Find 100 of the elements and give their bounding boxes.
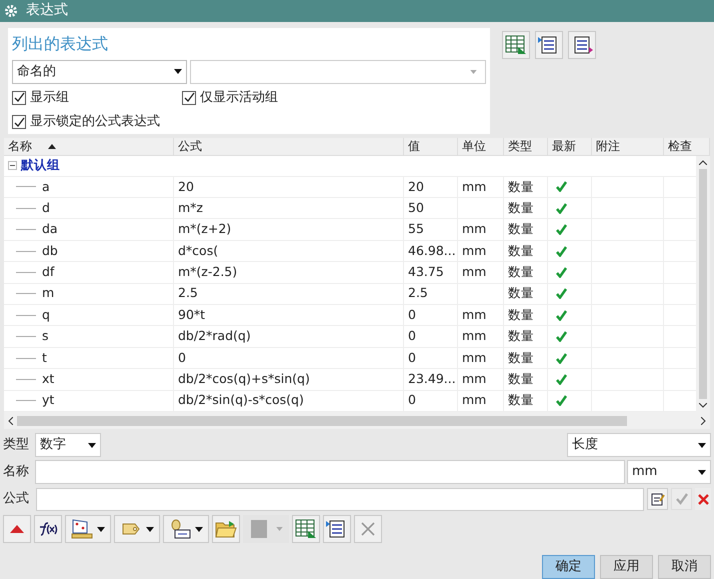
check-icon: [556, 310, 567, 321]
checkbox[interactable]: [12, 90, 26, 105]
collapse-button[interactable]: [3, 515, 31, 544]
table-row[interactable]: db d*cos( 46.98... mm 数量: [4, 240, 696, 262]
type-dropdown[interactable]: 数字: [35, 433, 101, 458]
table-row[interactable]: d m*z 50 数量: [4, 198, 696, 220]
edit-button[interactable]: [647, 488, 668, 510]
collapse-toggle-icon[interactable]: [8, 161, 17, 170]
table-cell-text: m*(z-2.5): [178, 263, 238, 282]
table-cell-text: 50: [408, 198, 424, 217]
table-cell-text: 数量: [508, 220, 534, 238]
dropdown-caret-icon: [276, 527, 282, 532]
horizontal-scrollbar[interactable]: [4, 412, 710, 430]
dimension-dropdown[interactable]: 长度: [567, 433, 711, 458]
table-cell-text: 数量: [508, 391, 534, 410]
column-header[interactable]: 检查: [664, 138, 710, 155]
table-row[interactable]: df m*(z-2.5) 43.75 mm 数量: [4, 262, 696, 284]
checkbox[interactable]: [182, 90, 196, 105]
column-header[interactable]: 附注: [592, 138, 664, 155]
column-header[interactable]: 公式: [174, 138, 404, 155]
table-cell-text: 0: [178, 348, 186, 367]
table-cell-text: 数量: [508, 348, 534, 367]
table-row[interactable]: t 0 0 mm 数量: [4, 348, 696, 370]
column-header[interactable]: 最新: [548, 138, 592, 155]
column-header[interactable]: 单位: [458, 138, 504, 155]
table-row[interactable]: s db/2*rad(q) 0 mm 数量: [4, 326, 696, 348]
import-list-button[interactable]: [535, 30, 563, 59]
check-icon: [556, 395, 567, 406]
dropdown-caret-icon: [698, 442, 706, 448]
refresh-table-button[interactable]: [292, 515, 320, 544]
table-row[interactable]: xt db/2*cos(q)+s*sin(q) 23.49... mm 数量: [4, 369, 696, 391]
table-cell-text: 数量: [508, 178, 534, 196]
dropdown-caret-icon: [195, 526, 203, 532]
section-title: 列出的表达式: [12, 32, 109, 55]
import-list-button[interactable]: [323, 515, 351, 544]
name-field[interactable]: [35, 460, 625, 484]
table-cell-text: 数量: [508, 370, 534, 388]
spreadsheet-icon: [295, 519, 317, 540]
table-row[interactable]: q 90*t 0 mm 数量: [4, 305, 696, 326]
checkbox[interactable]: [12, 115, 26, 130]
dropdown-caret-icon: [698, 470, 706, 475]
window-title: 表达式: [26, 1, 68, 20]
table-cell-text: 数量: [508, 327, 534, 346]
dialog-button[interactable]: 取消: [658, 555, 711, 579]
table-cell-text: mm: [462, 370, 486, 388]
dialog-button[interactable]: 确定: [542, 555, 595, 579]
vertical-scrollbar[interactable]: [696, 156, 710, 412]
sort-ascending-icon: [48, 144, 56, 149]
column-header[interactable]: 类型: [504, 138, 548, 155]
field-label: 类型: [3, 436, 30, 454]
table-cell-text: yt: [42, 391, 54, 410]
measure-button[interactable]: [65, 515, 111, 544]
table-cell-text: 55: [408, 220, 424, 238]
table-cell-text: d: [42, 198, 50, 217]
table-cell-text: m*(z+2): [178, 220, 232, 238]
column-header[interactable]: 名称: [4, 138, 174, 155]
table-cell-text: 数量: [508, 242, 534, 260]
table-cell-text: m*z: [178, 198, 203, 217]
table-cell-text: 23.49...: [408, 370, 456, 388]
table-cell-text: s: [42, 327, 49, 346]
dialog-button[interactable]: 应用: [600, 555, 653, 579]
export-table-button[interactable]: [502, 30, 530, 59]
spreadsheet-icon: [505, 34, 527, 55]
function-button[interactable]: [34, 515, 62, 544]
table-cell-text: 数量: [508, 198, 534, 217]
dropdown-caret-icon: [88, 442, 96, 448]
check-icon: [556, 181, 567, 192]
checkbox-label: 显示锁定的公式表达式: [30, 113, 160, 132]
unit-dropdown[interactable]: mm: [627, 460, 711, 484]
table-row[interactable]: a 20 20 mm 数量: [4, 176, 696, 198]
check-icon: [556, 288, 567, 300]
table-cell-text: a: [42, 178, 50, 196]
function-icon: [38, 522, 58, 536]
table-row[interactable]: m 2.5 2.5 数量: [4, 284, 696, 306]
parameter-icon: [169, 519, 191, 540]
formula-field[interactable]: [36, 488, 644, 511]
export-list-button[interactable]: [568, 30, 596, 59]
table-row[interactable]: da m*(z+2) 55 mm 数量: [4, 219, 696, 241]
parameter-button[interactable]: [163, 515, 209, 544]
check-icon: [556, 266, 567, 278]
table-cell-text: mm: [462, 391, 486, 410]
group-name[interactable]: 默认组: [21, 156, 60, 176]
table-cell-text: db/2*rad(q): [178, 327, 251, 346]
table-cell-text: 46.98...: [408, 242, 456, 260]
check-icon: [556, 374, 567, 385]
field-label: 公式: [3, 490, 30, 508]
table-cell-text: 90*t: [178, 306, 206, 324]
column-header[interactable]: 值: [404, 138, 458, 155]
table-cell-text: 数量: [508, 306, 534, 324]
open-folder-button[interactable]: [212, 515, 240, 544]
table-cell-text: db: [42, 242, 58, 260]
check-icon: [556, 224, 567, 236]
dropdown-caret-icon: [174, 69, 182, 74]
table-cell-text: da: [42, 220, 58, 238]
ruler-icon: [71, 519, 93, 540]
reject-button[interactable]: [695, 488, 712, 510]
table-cell-text: 0: [408, 306, 416, 324]
close-icon: [361, 522, 375, 536]
filter-dropdown[interactable]: 命名的: [12, 60, 187, 84]
checkbox-label: 显示组: [30, 88, 69, 107]
